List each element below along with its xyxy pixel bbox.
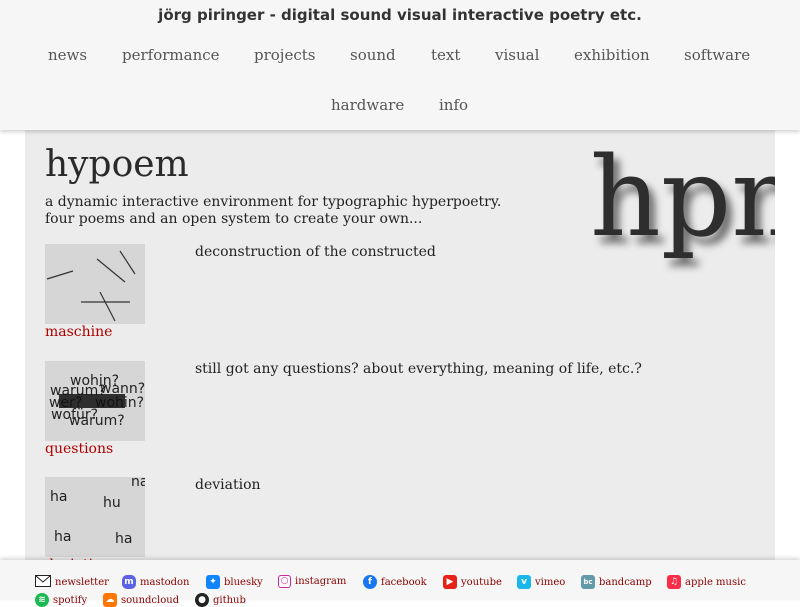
questions-thumbnail[interactable]: wohin? warum? wann? wer? wohin? wofür? w… — [45, 361, 145, 441]
social-link-newsletter[interactable]: newsletter — [35, 575, 109, 590]
poem-description-maschine: deconstruction of the constructed — [195, 244, 436, 260]
nav-news[interactable]: news — [48, 46, 87, 64]
apple-music-icon: ♫ — [667, 575, 681, 589]
bluesky-icon: ✦ — [206, 575, 220, 589]
deviation-word: na — [131, 477, 145, 490]
maschine-thumbnail[interactable] — [45, 244, 145, 324]
questions-word: warum? — [69, 413, 125, 429]
bandcamp-icon: bc — [581, 575, 595, 589]
facebook-icon: f — [363, 575, 377, 589]
social-label: bluesky — [224, 576, 263, 588]
social-link-bandcamp[interactable]: bc bandcamp — [581, 575, 652, 589]
social-label: instagram — [295, 576, 347, 587]
poem-description-deviation: deviation — [195, 477, 261, 493]
social-label: spotify — [53, 594, 88, 606]
poem-description-questions: still got any questions? about everythin… — [195, 361, 642, 377]
site-header: jörg piringer - digital sound visual int… — [0, 0, 800, 130]
poem-link-maschine[interactable]: maschine — [45, 324, 112, 340]
maschine-lines-image — [46, 250, 136, 322]
social-link-bluesky[interactable]: ✦ bluesky — [206, 575, 263, 589]
poem-link-questions[interactable]: questions — [45, 441, 113, 457]
instagram-icon: ○ — [278, 575, 291, 588]
social-label: newsletter — [55, 577, 109, 588]
social-link-mastodon[interactable]: m mastodon — [122, 575, 189, 589]
site-title[interactable]: jörg piringer - digital sound visual int… — [0, 6, 800, 24]
mastodon-icon: m — [122, 575, 136, 589]
nav-sound[interactable]: sound — [350, 46, 396, 64]
social-label: bandcamp — [599, 576, 652, 588]
deviation-word: ha — [50, 489, 67, 505]
hpm-logo: hpm — [590, 133, 775, 261]
deviation-word: ha — [54, 529, 71, 545]
deviation-words-image: ha hu na ha ha — [50, 477, 145, 547]
youtube-icon: ▶ — [443, 575, 457, 589]
intro-line-1: a dynamic interactive environment for ty… — [45, 194, 502, 210]
page-title: hypoem — [45, 144, 189, 185]
social-link-github[interactable]: ● github — [195, 593, 246, 607]
deviation-thumbnail[interactable]: ha hu na ha ha — [45, 477, 145, 557]
social-label: youtube — [461, 576, 502, 588]
social-label: vimeo — [535, 576, 566, 588]
vimeo-icon: v — [517, 575, 531, 589]
social-link-soundcloud[interactable]: ☁ soundcloud — [103, 593, 179, 607]
nav-exhibition[interactable]: exhibition — [574, 46, 650, 64]
social-link-apple-music[interactable]: ♫ apple music — [667, 575, 746, 589]
social-link-instagram[interactable]: ○ instagram — [278, 575, 346, 588]
social-label: mastodon — [140, 576, 190, 588]
deviation-word: hu — [103, 495, 121, 511]
github-icon: ● — [195, 593, 209, 607]
questions-words-image: wohin? warum? wann? wer? wohin? wofür? w… — [49, 373, 145, 429]
nav-info[interactable]: info — [439, 96, 468, 114]
nav-performance[interactable]: performance — [122, 46, 220, 64]
social-footer: newsletter m mastodon ✦ bluesky ○ instag… — [0, 560, 800, 607]
social-label: apple music — [685, 576, 746, 588]
social-link-spotify[interactable]: ≋ spotify — [35, 593, 87, 607]
nav-text[interactable]: text — [431, 46, 460, 64]
social-link-vimeo[interactable]: v vimeo — [517, 575, 565, 589]
nav-projects[interactable]: projects — [254, 46, 315, 64]
envelope-icon — [35, 575, 51, 590]
nav-visual[interactable]: visual — [495, 46, 539, 64]
questions-overlap-blot — [59, 394, 125, 408]
deviation-word: ha — [115, 531, 132, 547]
social-label: github — [213, 594, 246, 606]
nav-hardware[interactable]: hardware — [331, 96, 404, 114]
nav-software[interactable]: software — [684, 46, 750, 64]
soundcloud-icon: ☁ — [103, 593, 117, 607]
social-label: soundcloud — [121, 594, 180, 606]
social-link-facebook[interactable]: f facebook — [363, 575, 427, 589]
social-label: facebook — [381, 576, 427, 588]
social-link-youtube[interactable]: ▶ youtube — [443, 575, 502, 589]
spotify-icon: ≋ — [35, 593, 49, 607]
intro-line-2: four poems and an open system to create … — [45, 211, 423, 227]
main-content: hypoem hpm a dynamic interactive environ… — [25, 130, 775, 560]
